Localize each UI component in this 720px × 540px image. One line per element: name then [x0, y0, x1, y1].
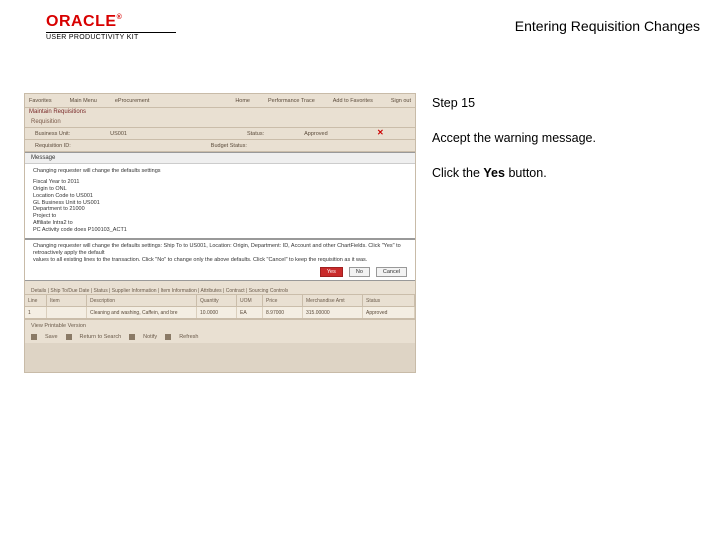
no-button[interactable]: No	[349, 267, 370, 278]
ss-d1-l4: GL Business Unit to US001	[33, 200, 407, 207]
ss-row-amt: 315.00000	[303, 307, 363, 318]
ss-nav-favorites: Favorites	[29, 98, 52, 104]
notify-icon	[129, 334, 135, 340]
ss-d1-l3: Location Code to US001	[33, 193, 407, 200]
ss-d1-l7: Affiliate Intra2 to	[33, 220, 407, 227]
ss-meta-row-2: Requisition ID: Budget Status:	[25, 140, 415, 152]
embedded-screenshot: Favorites Main Menu eProcurement Home Pe…	[24, 93, 416, 373]
ss-footer-buttons: Save Return to Search Notify Refresh	[25, 331, 415, 343]
ss-dialog-title: Message	[25, 153, 415, 164]
ss-bu-label: Business Unit:	[35, 131, 70, 137]
ss-row-price: 8.97000	[263, 307, 303, 318]
search-icon	[66, 334, 72, 340]
logo-divider	[46, 32, 176, 33]
ss-d1-l2: Origin to ONL	[33, 186, 407, 193]
ss-page-heading: Maintain Requisitions	[25, 108, 415, 118]
ss-row-desc: Cleaning and washing, Caffein, and bre	[87, 307, 197, 318]
ss-nav-addfav: Add to Favorites	[333, 98, 373, 104]
ss-d1-l1: Fiscal Year to 2011	[33, 179, 407, 186]
ss-col-desc: Description	[87, 295, 197, 306]
ss-d2-t2: values to all existing lines to the tran…	[33, 257, 407, 264]
ss-nav-eproc: eProcurement	[115, 98, 150, 104]
ss-budget-label: Budget Status:	[211, 143, 247, 149]
ss-d1-warn: Changing requester will change the defau…	[33, 168, 407, 175]
ss-footer-links: View Printable Version	[25, 319, 415, 331]
yes-button[interactable]: Yes	[320, 267, 343, 278]
page-title: Entering Requisition Changes	[515, 14, 700, 34]
oracle-logo-text: ORACLE	[46, 13, 117, 30]
ss-col-price: Price	[263, 295, 303, 306]
instr-2a: Click the	[432, 166, 483, 180]
ss-d1-l5: Department to 21000	[33, 206, 407, 213]
instruction-panel: Step 15 Accept the warning message. Clic…	[432, 93, 700, 373]
ss-row-line: 1	[25, 307, 47, 318]
ss-d2-t1: Changing requester will change the defau…	[33, 243, 407, 257]
ss-status-val: Approved	[304, 131, 328, 137]
ss-bu-val: US001	[110, 131, 127, 137]
ss-col-uom: UOM	[237, 295, 263, 306]
step-label: Step 15	[432, 95, 700, 112]
ss-grid-tabs: Details | Ship To/Due Date | Status | Su…	[25, 281, 415, 295]
instruction-line-1: Accept the warning message.	[432, 130, 700, 147]
ss-col-stat: Status	[363, 295, 415, 306]
oracle-logo: ORACLE®	[46, 14, 176, 30]
ss-col-line: Line	[25, 295, 47, 306]
ss-meta-row-1: Business Unit: US001 Status: Approved ✕	[25, 128, 415, 140]
save-icon	[31, 334, 37, 340]
refresh-icon	[165, 334, 171, 340]
ss-status-label: Status:	[247, 131, 264, 137]
ss-d1-l6: Project to	[33, 213, 407, 220]
ss-d1-l8: PC Activity code does P100103_ACT1	[33, 227, 407, 234]
ss-col-item: Item	[47, 295, 87, 306]
ss-return: Return to Search	[80, 334, 122, 340]
ss-row-stat: Approved	[363, 307, 415, 318]
ss-nav-main: Main Menu	[70, 98, 97, 104]
ss-col-amt: Merchandise Amt	[303, 295, 363, 306]
ss-row-uom: EA	[237, 307, 263, 318]
ss-notify: Notify	[143, 334, 157, 340]
cancel-button[interactable]: Cancel	[376, 267, 407, 278]
instr-yes-bold: Yes	[483, 166, 505, 180]
table-row: 1 Cleaning and washing, Caffein, and bre…	[25, 307, 415, 319]
logo-subtitle: USER PRODUCTIVITY KIT	[46, 34, 176, 41]
ss-col-qty: Quantity	[197, 295, 237, 306]
oracle-logo-block: ORACLE® USER PRODUCTIVITY KIT	[46, 14, 176, 41]
oracle-tm: ®	[117, 14, 123, 21]
ss-subheading: Requisition	[25, 118, 415, 128]
ss-breadcrumb-bar: Favorites Main Menu eProcurement Home Pe…	[25, 94, 415, 108]
ss-grid-columns: Line Item Description Quantity UOM Price…	[25, 295, 415, 307]
ss-req-label: Requisition ID:	[35, 143, 71, 149]
ss-nav-home: Home	[235, 98, 250, 104]
instr-2c: button.	[505, 166, 547, 180]
instruction-line-2: Click the Yes button.	[432, 165, 700, 182]
ss-row-item	[47, 307, 87, 318]
ss-nav-pt: Performance Trace	[268, 98, 315, 104]
ss-save: Save	[45, 334, 58, 340]
ss-nav-signout: Sign out	[391, 98, 411, 104]
ss-grid-tabs-text: Details | Ship To/Due Date | Status | Su…	[31, 288, 288, 294]
ss-warning-dialog-2: Changing requester will change the defau…	[25, 239, 415, 282]
ss-warning-dialog-1: Message Changing requester will change t…	[25, 152, 415, 239]
ss-view-printable: View Printable Version	[31, 323, 86, 329]
ss-refresh: Refresh	[179, 334, 198, 340]
close-icon: ✕	[377, 129, 385, 137]
ss-row-qty: 10.0000	[197, 307, 237, 318]
